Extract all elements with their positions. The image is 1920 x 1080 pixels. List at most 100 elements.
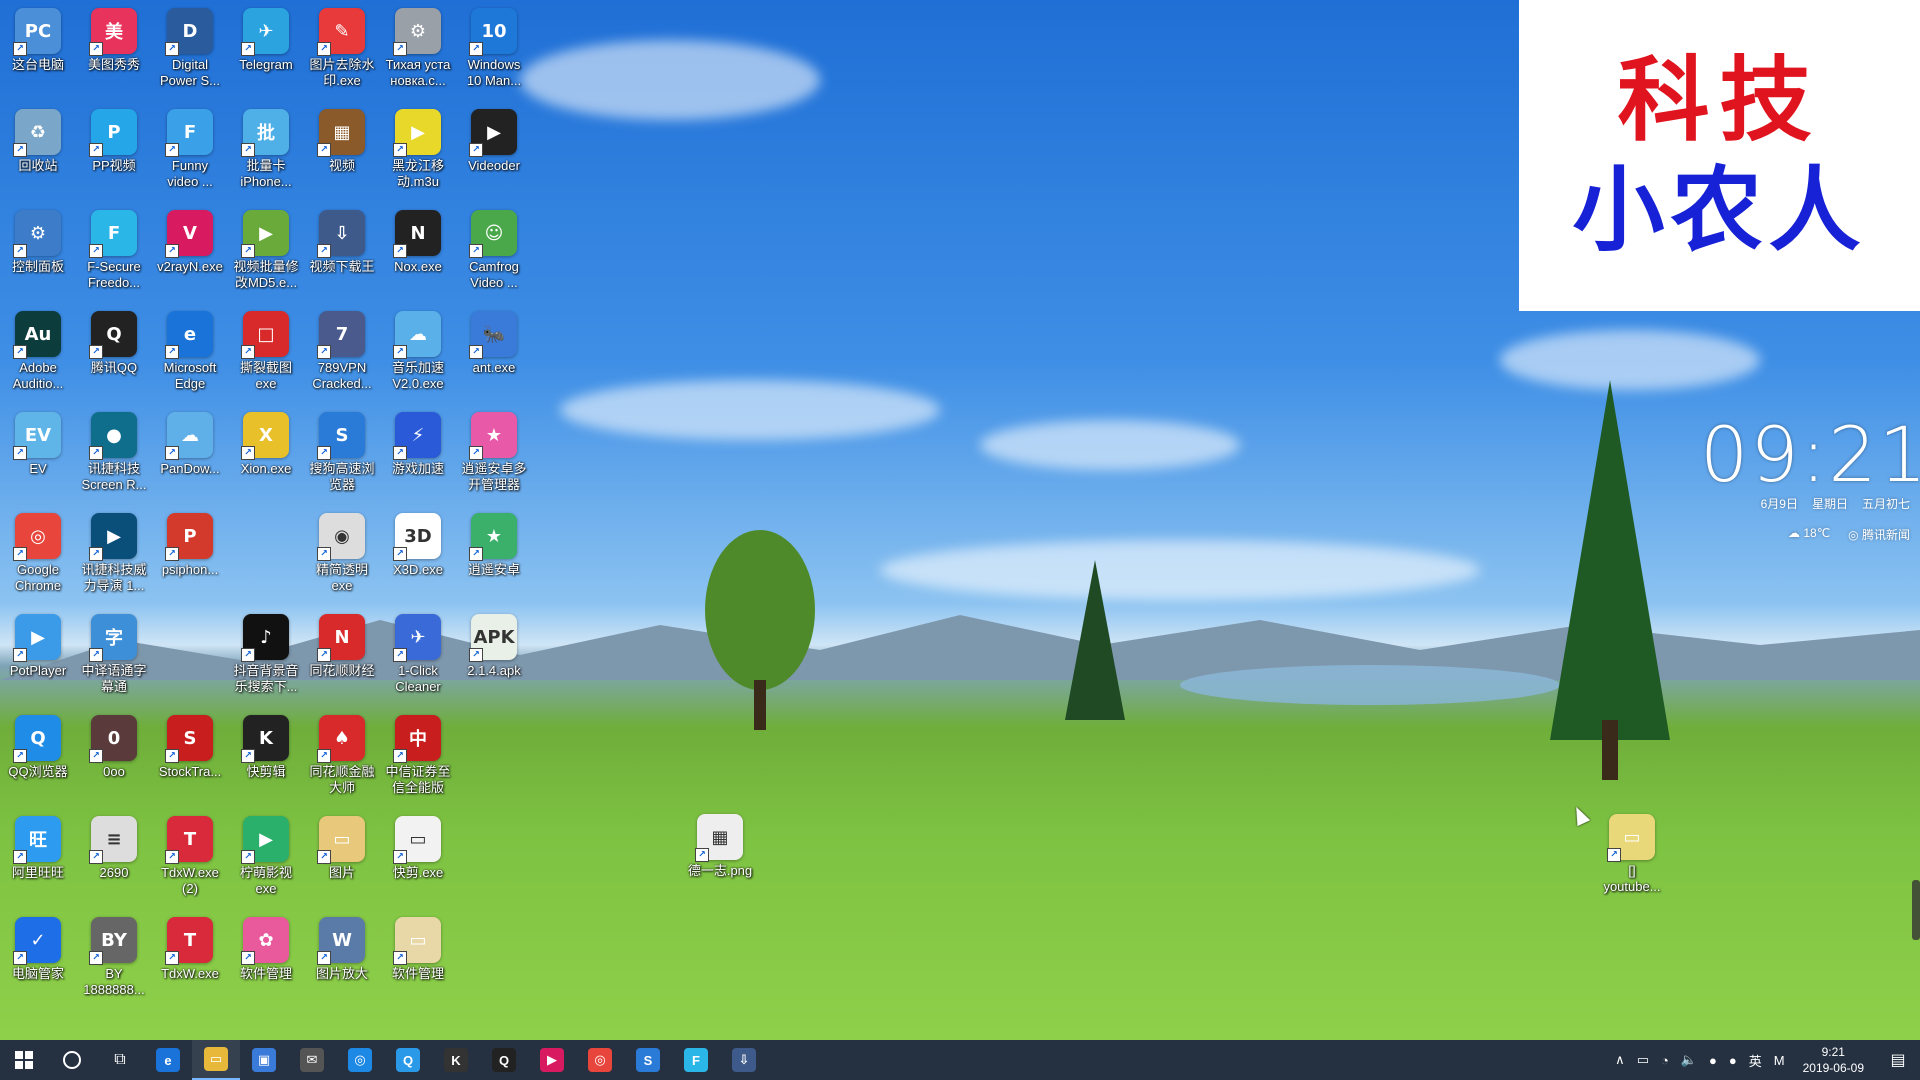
desktop-icon[interactable]: APK ↗ 2.1.4.apk xyxy=(456,614,532,710)
desktop-icon[interactable]: ◉ ↗ 精简透明 exe xyxy=(304,513,380,609)
desktop-icon[interactable]: ▦ ↗ 德一志.png xyxy=(682,814,758,910)
desktop-icon[interactable]: V ↗ v2rayN.exe xyxy=(152,210,228,306)
volume-tray[interactable]: 🔈 xyxy=(1675,1040,1703,1080)
task-view-button[interactable]: ⧉ xyxy=(96,1040,144,1080)
show-hidden-icons-button[interactable]: ∧ xyxy=(1609,1040,1631,1080)
desktop-icon[interactable]: ⚙ ↗ 控制面板 xyxy=(0,210,76,306)
app-glyph-icon: ▶ xyxy=(411,121,425,143)
ime-indicator[interactable]: 英 xyxy=(1743,1040,1768,1080)
desktop-icon[interactable]: ☁ ↗ 音乐加速 V2.0.exe xyxy=(380,311,456,407)
desktop-icon[interactable]: Q ↗ QQ浏览器 xyxy=(0,715,76,811)
desktop-icon[interactable]: ⚡ ↗ 游戏加速 xyxy=(380,412,456,508)
desktop-icon[interactable]: 中 ↗ 中信证券至 信全能版 xyxy=(380,715,456,811)
desktop[interactable]: PC ↗ 这台电脑 ♻ ↗ 回收站 ⚙ ↗ 控制面板 Au ↗ Adobe Auditio... EV ↗… xyxy=(0,0,1920,1040)
news-item[interactable]: ◎ 腾讯新闻 xyxy=(1848,526,1910,543)
desktop-icon[interactable]: □ ↗ 撕裂截图 exe xyxy=(228,311,304,407)
desktop-icon[interactable]: 批 ↗ 批量卡 iPhone... xyxy=(228,109,304,205)
ime-mode-indicator[interactable]: M xyxy=(1768,1040,1791,1080)
taskbar-app-f-secure[interactable]: F xyxy=(672,1040,720,1080)
desktop-icon[interactable]: ☁ ↗ PanDow... xyxy=(152,412,228,508)
desktop-icon[interactable]: 10 ↗ Windows 10 Man... xyxy=(456,8,532,104)
desktop-icon[interactable]: EV ↗ EV xyxy=(0,412,76,508)
desktop-icon[interactable]: 美 ↗ 美图秀秀 xyxy=(76,8,152,104)
desktop-icon[interactable]: ▭ ↗ 软件管理 xyxy=(380,917,456,1013)
desktop-icon[interactable]: D ↗ Digital Power S... xyxy=(152,8,228,104)
desktop-icon[interactable]: ⚙ ↗ Тихая уста новка.с... xyxy=(380,8,456,104)
desktop-icon[interactable]: 0 ↗ 0oo xyxy=(76,715,152,811)
desktop-icon[interactable]: ♪ ↗ 抖音背景音 乐搜索下... xyxy=(228,614,304,710)
qq-tray[interactable]: ● xyxy=(1703,1040,1723,1080)
taskbar-app-file-explorer[interactable]: ▭ xyxy=(192,1040,240,1080)
taskbar-app-mail[interactable]: ✉ xyxy=(288,1040,336,1080)
desktop-icon[interactable]: ▶ ↗ 黑龙江移 动.m3u xyxy=(380,109,456,205)
desktop-icon[interactable]: T ↗ TdxW.exe (2) xyxy=(152,816,228,912)
battery-tray[interactable]: ▭ xyxy=(1631,1040,1655,1080)
desktop-icon[interactable]: 7 ↗ 789VPN Cracked... xyxy=(304,311,380,407)
taskbar-app-kuaijianji[interactable]: K xyxy=(432,1040,480,1080)
desktop-icon[interactable]: ▭ ↗ 快剪.exe xyxy=(380,816,456,912)
desktop-icon[interactable]: PC ↗ 这台电脑 xyxy=(0,8,76,104)
desktop-icon[interactable]: ⇩ ↗ 视频下载王 xyxy=(304,210,380,306)
desktop-icon[interactable]: 🐜 ↗ ant.exe xyxy=(456,311,532,407)
desktop-icon[interactable]: ● ↗ 讯捷科技 Screen R... xyxy=(76,412,152,508)
taskbar-app-edge[interactable]: e xyxy=(144,1040,192,1080)
edge-handle[interactable] xyxy=(1912,880,1920,940)
desktop-icon[interactable]: ✈ ↗ Telegram xyxy=(228,8,304,104)
weather-item[interactable]: ☁ 18℃ xyxy=(1788,526,1830,543)
desktop-icon[interactable]: S ↗ 搜狗高速浏 览器 xyxy=(304,412,380,508)
desktop-icon[interactable]: K ↗ 快剪辑 xyxy=(228,715,304,811)
desktop-icon[interactable]: ▶ ↗ PotPlayer xyxy=(0,614,76,710)
desktop-icon[interactable]: N ↗ Nox.exe xyxy=(380,210,456,306)
desktop-icon[interactable]: ✓ ↗ 电脑管家 xyxy=(0,917,76,1013)
taskbar-app-video-download[interactable]: ⇩ xyxy=(720,1040,768,1080)
taskbar-app-store[interactable]: ▣ xyxy=(240,1040,288,1080)
desktop-icon[interactable]: S ↗ StockTra... xyxy=(152,715,228,811)
desktop-icon[interactable]: ▶ ↗ 视频批量修 改MD5.e... xyxy=(228,210,304,306)
desktop-icon[interactable]: Q ↗ 腾讯QQ xyxy=(76,311,152,407)
action-center-button[interactable]: ▤ xyxy=(1876,1040,1920,1080)
start-button[interactable] xyxy=(0,1040,48,1080)
taskbar-app-sogou[interactable]: S xyxy=(624,1040,672,1080)
desktop-icon[interactable]: ◎ ↗ Google Chrome xyxy=(0,513,76,609)
desktop-icon[interactable]: ★ ↗ 逍遥安卓多 开管理器 xyxy=(456,412,532,508)
desktop-icon[interactable]: N ↗ 同花顺财经 xyxy=(304,614,380,710)
taskbar-clock[interactable]: 9:21 2019-06-09 xyxy=(1791,1044,1876,1076)
desktop-icon[interactable]: 3D ↗ X3D.exe xyxy=(380,513,456,609)
taskbar-app-chrome[interactable]: ◎ xyxy=(576,1040,624,1080)
desktop-icon[interactable]: F ↗ Funny video ... xyxy=(152,109,228,205)
desktop-icon[interactable]: ▦ ↗ 视频 xyxy=(304,109,380,205)
desktop-icon[interactable]: ♻ ↗ 回收站 xyxy=(0,109,76,205)
desktop-icon[interactable]: 字 ↗ 中译语通字 幕通 xyxy=(76,614,152,710)
taskbar-app-qq-browser[interactable]: Q xyxy=(384,1040,432,1080)
desktop-icon[interactable]: ♠ ↗ 同花顺金融 大师 xyxy=(304,715,380,811)
desktop-icon[interactable]: ▶ ↗ 讯捷科技威 力导演 1... xyxy=(76,513,152,609)
app-icon: ☺ ↗ xyxy=(469,210,517,258)
desktop-icon[interactable]: ▶ ↗ Videoder xyxy=(456,109,532,205)
desktop-icon[interactable]: ▭ ↗[] youtube... xyxy=(1594,814,1670,910)
desktop-icon[interactable]: e ↗ Microsoft Edge xyxy=(152,311,228,407)
desktop-icon[interactable]: ★ ↗ 逍遥安卓 xyxy=(456,513,532,609)
desktop-icon[interactable]: W ↗ 图片放大 xyxy=(304,917,380,1013)
desktop-icon[interactable]: T ↗ TdxW.exe xyxy=(152,917,228,1013)
desktop-icon[interactable]: ✈ ↗ 1-Click Cleaner xyxy=(380,614,456,710)
desktop-icon[interactable]: ✎ ↗ 图片去除水 印.exe xyxy=(304,8,380,104)
desktop-icon[interactable]: ≡ ↗ 2690 xyxy=(76,816,152,912)
network-tray[interactable]: ◔ xyxy=(1655,1040,1675,1080)
desktop-icon[interactable]: Au ↗ Adobe Auditio... xyxy=(0,311,76,407)
desktop-icon[interactable]: P ↗ psiphon... xyxy=(152,513,228,609)
desktop-icon[interactable]: BY ↗ BY 1888888... xyxy=(76,917,152,1013)
desktop-icon[interactable]: X ↗ Xion.exe xyxy=(228,412,304,508)
qq-tray-2[interactable]: ● xyxy=(1723,1040,1743,1080)
desktop-icon[interactable]: ✿ ↗ 软件管理 xyxy=(228,917,304,1013)
desktop-icon[interactable]: F ↗ F-Secure Freedo... xyxy=(76,210,152,306)
desktop-icon[interactable]: ▶ ↗ 柠萌影视 exe xyxy=(228,816,304,912)
taskbar-app-pointer-app[interactable]: ▶ xyxy=(528,1040,576,1080)
desktop-icon[interactable]: ☺ ↗ Camfrog Video ... xyxy=(456,210,532,306)
tray-time: 9:21 xyxy=(1821,1045,1845,1059)
desktop-icon[interactable]: ▭ ↗ 图片 xyxy=(304,816,380,912)
desktop-icon[interactable]: P ↗ PP视频 xyxy=(76,109,152,205)
taskbar-app-browser[interactable]: ◎ xyxy=(336,1040,384,1080)
desktop-icon[interactable]: 旺 ↗ 阿里旺旺 xyxy=(0,816,76,912)
search-button[interactable] xyxy=(48,1040,96,1080)
taskbar-app-qq[interactable]: Q xyxy=(480,1040,528,1080)
